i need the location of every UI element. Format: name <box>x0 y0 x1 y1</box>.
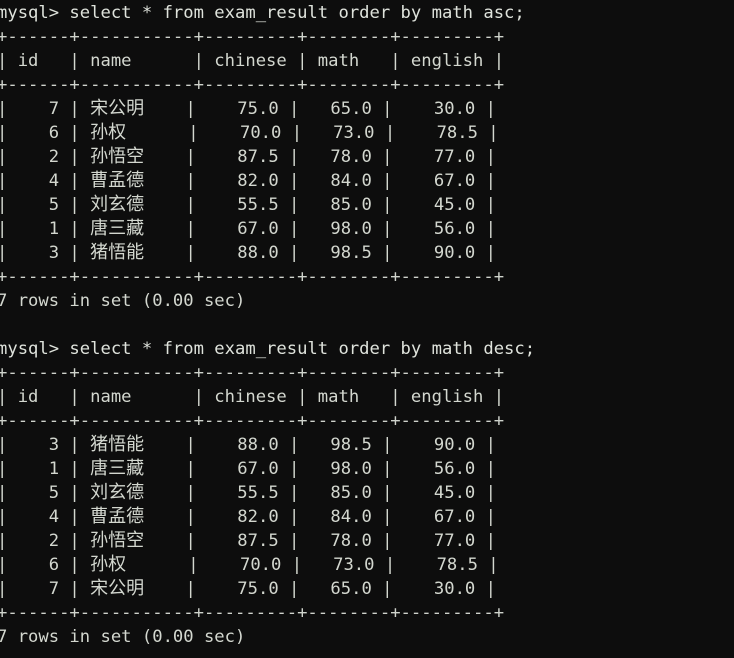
cell-name: 猪悟能 <box>90 242 145 263</box>
terminal-screen: mysql> select * from exam_result order b… <box>0 1 734 649</box>
cell-scores: | 55.5 | 85.0 | 45.0 | <box>144 483 496 503</box>
table-row: | 7 | 宋公明 | 75.0 | 65.0 | 30.0 | <box>0 97 734 121</box>
cell-scores: | 88.0 | 98.5 | 90.0 | <box>144 435 496 455</box>
query-line: mysql> select * from exam_result order b… <box>0 3 525 23</box>
cell-name: 曹孟德 <box>90 506 145 527</box>
cell-id: | 5 | <box>0 195 91 215</box>
cell-id: | 7 | <box>0 579 91 599</box>
table-rule-mid: +------+-----------+---------+--------+-… <box>0 411 505 431</box>
table-rule-top: +------+-----------+---------+--------+-… <box>0 27 505 47</box>
table-rule-top: +------+-----------+---------+--------+-… <box>0 363 505 383</box>
cell-id: | 3 | <box>0 435 91 455</box>
cell-scores: | 82.0 | 84.0 | 67.0 | <box>144 507 496 527</box>
terminal-window[interactable]: mysql> select * from exam_result order b… <box>0 0 734 658</box>
cell-name: 唐三藏 <box>90 218 145 239</box>
cell-name: 刘玄德 <box>90 482 145 503</box>
table-rule-mid: +------+-----------+---------+--------+-… <box>0 75 505 95</box>
cell-name: 孙悟空 <box>90 146 145 167</box>
cell-id: | 7 | <box>0 99 91 119</box>
table-row: | 6 | 孙权 | 70.0 | 73.0 | 78.5 | <box>0 553 734 577</box>
cell-scores: | 75.0 | 65.0 | 30.0 | <box>144 99 496 119</box>
status-line: 7 rows in set (0.00 sec) <box>0 627 246 647</box>
cell-id: | 4 | <box>0 507 91 527</box>
table-rule-bottom: +------+-----------+---------+--------+-… <box>0 267 505 287</box>
cell-scores: | 70.0 | 73.0 | 78.5 | <box>126 555 499 575</box>
cell-name: 唐三藏 <box>90 458 145 479</box>
cell-id: | 1 | <box>0 219 91 239</box>
cell-scores: | 70.0 | 73.0 | 78.5 | <box>126 123 499 143</box>
cell-name: 宋公明 <box>90 98 145 119</box>
cell-name: 孙权 <box>90 554 127 575</box>
table-row: | 7 | 宋公明 | 75.0 | 65.0 | 30.0 | <box>0 577 734 601</box>
table-header-row: | id | name | chinese | math | english | <box>0 51 505 71</box>
query-line: mysql> select * from exam_result order b… <box>0 339 536 359</box>
table-row: | 2 | 孙悟空 | 87.5 | 78.0 | 77.0 | <box>0 529 734 553</box>
cell-name: 猪悟能 <box>90 434 145 455</box>
cell-id: | 3 | <box>0 243 91 263</box>
cell-scores: | 82.0 | 84.0 | 67.0 | <box>144 171 496 191</box>
cell-scores: | 75.0 | 65.0 | 30.0 | <box>144 579 496 599</box>
table-row: | 5 | 刘玄德 | 55.5 | 85.0 | 45.0 | <box>0 193 734 217</box>
cell-name: 曹孟德 <box>90 170 145 191</box>
cell-id: | 4 | <box>0 171 91 191</box>
cell-name: 宋公明 <box>90 578 145 599</box>
cell-scores: | 87.5 | 78.0 | 77.0 | <box>144 531 496 551</box>
cell-name: 孙权 <box>90 122 127 143</box>
table-row: | 2 | 孙悟空 | 87.5 | 78.0 | 77.0 | <box>0 145 734 169</box>
table-rule-bottom: +------+-----------+---------+--------+-… <box>0 603 505 623</box>
table-row: | 1 | 唐三藏 | 67.0 | 98.0 | 56.0 | <box>0 457 734 481</box>
cell-scores: | 67.0 | 98.0 | 56.0 | <box>144 459 496 479</box>
cell-id: | 2 | <box>0 147 91 167</box>
cell-id: | 5 | <box>0 483 91 503</box>
cell-scores: | 55.5 | 85.0 | 45.0 | <box>144 195 496 215</box>
status-line: 7 rows in set (0.00 sec) <box>0 291 246 311</box>
table-row: | 5 | 刘玄德 | 55.5 | 85.0 | 45.0 | <box>0 481 734 505</box>
table-row: | 1 | 唐三藏 | 67.0 | 98.0 | 56.0 | <box>0 217 734 241</box>
cell-id: | 2 | <box>0 531 91 551</box>
cell-name: 孙悟空 <box>90 530 145 551</box>
table-row: | 3 | 猪悟能 | 88.0 | 98.5 | 90.0 | <box>0 433 734 457</box>
cell-id: | 6 | <box>0 123 91 143</box>
cell-scores: | 67.0 | 98.0 | 56.0 | <box>144 219 496 239</box>
table-row: | 3 | 猪悟能 | 88.0 | 98.5 | 90.0 | <box>0 241 734 265</box>
table-row: | 4 | 曹孟德 | 82.0 | 84.0 | 67.0 | <box>0 169 734 193</box>
table-header-row: | id | name | chinese | math | english | <box>0 387 505 407</box>
table-row: | 4 | 曹孟德 | 82.0 | 84.0 | 67.0 | <box>0 505 734 529</box>
table-row: | 6 | 孙权 | 70.0 | 73.0 | 78.5 | <box>0 121 734 145</box>
cell-id: | 1 | <box>0 459 91 479</box>
cell-scores: | 87.5 | 78.0 | 77.0 | <box>144 147 496 167</box>
cell-id: | 6 | <box>0 555 91 575</box>
cell-scores: | 88.0 | 98.5 | 90.0 | <box>144 243 496 263</box>
cell-name: 刘玄德 <box>90 194 145 215</box>
